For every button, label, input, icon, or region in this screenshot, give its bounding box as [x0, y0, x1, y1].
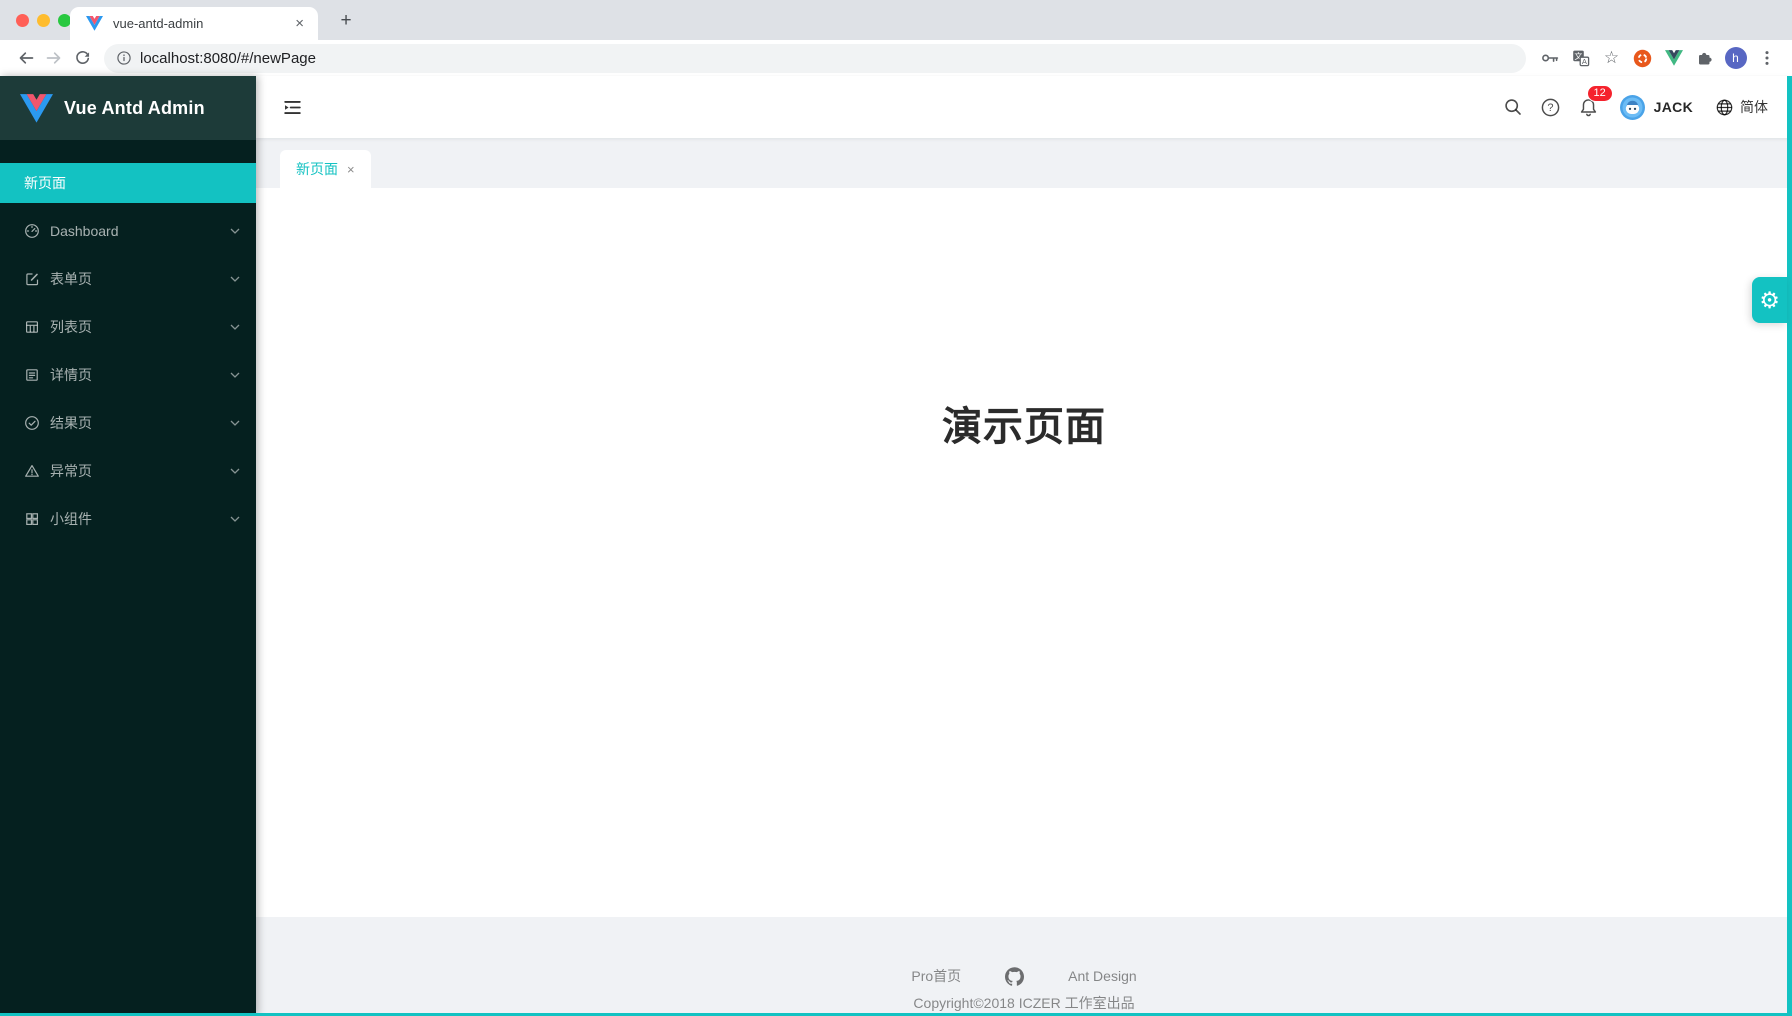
footer-link-ant-design[interactable]: Ant Design: [1068, 968, 1136, 984]
browser-tabstrip: vue-antd-admin × +: [0, 0, 1792, 40]
user-avatar: [1620, 95, 1645, 120]
sidebar-item-exceptions[interactable]: 异常页: [0, 451, 256, 491]
sidebar-menu: 新页面 Dashboard 表单页 列表页 详情页: [0, 140, 256, 539]
sidebar: Vue Antd Admin 新页面 Dashboard 表单页 列表页: [0, 76, 256, 1016]
page-title: 演示页面: [256, 188, 1792, 452]
chevron-down-icon: [230, 372, 240, 378]
menu-fold-icon[interactable]: [280, 95, 304, 119]
extensions-puzzle-icon[interactable]: [1691, 44, 1718, 72]
page-content: 演示页面: [256, 188, 1792, 917]
page-tab-close-icon[interactable]: ×: [347, 163, 355, 176]
page-tabs-bar: 新页面 ×: [256, 138, 1792, 188]
vue-devtools-icon[interactable]: [1660, 44, 1687, 72]
reload-button[interactable]: [68, 44, 96, 72]
settings-drawer-edge: [1787, 76, 1792, 1016]
app-header: ? 12 JACK 简体: [256, 76, 1792, 138]
github-icon[interactable]: [1005, 967, 1024, 986]
notifications-bell-icon[interactable]: 12: [1570, 88, 1608, 126]
form-icon: [24, 271, 40, 287]
site-info-icon[interactable]: [116, 50, 132, 66]
browser-profile-avatar[interactable]: h: [1722, 44, 1749, 72]
sidebar-item-label: 新页面: [24, 173, 240, 193]
close-window-button[interactable]: [16, 14, 29, 27]
warning-triangle-icon: [24, 463, 40, 479]
sidebar-item-results[interactable]: 结果页: [0, 403, 256, 443]
page-tab-label: 新页面: [296, 159, 338, 179]
app-title: Vue Antd Admin: [64, 98, 205, 119]
address-bar[interactable]: localhost:8080/#/newPage: [104, 44, 1526, 73]
help-icon[interactable]: ?: [1532, 88, 1570, 126]
svg-text:?: ?: [1548, 102, 1554, 114]
extension-orange-icon[interactable]: [1629, 44, 1656, 72]
gear-icon: ⚙: [1759, 287, 1780, 314]
app-logo[interactable]: Vue Antd Admin: [0, 76, 256, 140]
settings-gear-button[interactable]: ⚙: [1752, 277, 1787, 323]
bookmark-star-icon[interactable]: ☆: [1598, 44, 1625, 72]
vue-favicon-icon: [86, 16, 103, 31]
sidebar-item-label: 表单页: [50, 269, 230, 289]
table-icon: [24, 319, 40, 335]
browser-menu-icon[interactable]: [1753, 44, 1780, 72]
new-tab-button[interactable]: +: [334, 9, 358, 33]
chevron-down-icon: [230, 228, 240, 234]
footer-link-pro-home[interactable]: Pro首页: [911, 966, 961, 986]
chevron-down-icon: [230, 468, 240, 474]
sidebar-item-label: 异常页: [50, 461, 230, 481]
sidebar-item-label: 结果页: [50, 413, 230, 433]
footer: Pro首页 Ant Design Copyright©2018 ICZER 工作…: [256, 917, 1792, 1016]
tab-close-icon[interactable]: ×: [293, 14, 306, 33]
password-key-icon[interactable]: [1536, 44, 1563, 72]
globe-icon: [1715, 98, 1734, 117]
dashboard-icon: [24, 223, 40, 239]
sidebar-item-label: 详情页: [50, 365, 230, 385]
url-text: localhost:8080/#/newPage: [140, 50, 316, 67]
sidebar-item-label: Dashboard: [50, 223, 230, 239]
sidebar-item-lists[interactable]: 列表页: [0, 307, 256, 347]
copyright-text: Copyright©2018 ICZER 工作室出品: [913, 993, 1134, 1013]
notification-badge: 12: [1588, 86, 1612, 101]
minimize-window-button[interactable]: [37, 14, 50, 27]
check-circle-icon: [24, 415, 40, 431]
appstore-icon: [24, 511, 40, 527]
language-label: 简体: [1740, 97, 1768, 117]
translate-icon[interactable]: 文A: [1567, 44, 1594, 72]
chevron-down-icon: [230, 276, 240, 282]
page-tab-new-page[interactable]: 新页面 ×: [280, 150, 371, 188]
sidebar-item-widgets[interactable]: 小组件: [0, 499, 256, 539]
browser-tab-title: vue-antd-admin: [113, 16, 293, 31]
search-icon[interactable]: [1494, 88, 1532, 126]
sidebar-item-label: 列表页: [50, 317, 230, 337]
chevron-down-icon: [230, 324, 240, 330]
main-area: ? 12 JACK 简体 新页面 × 演示页面: [256, 76, 1792, 1016]
forward-button[interactable]: [40, 44, 68, 72]
sidebar-item-dashboard[interactable]: Dashboard: [0, 211, 256, 251]
sidebar-item-new-page[interactable]: 新页面: [0, 163, 256, 203]
vue-logo-icon: [20, 94, 53, 123]
back-button[interactable]: [12, 44, 40, 72]
user-menu[interactable]: JACK: [1620, 95, 1693, 120]
username-label: JACK: [1654, 99, 1693, 115]
browser-toolbar: localhost:8080/#/newPage 文A ☆ h: [0, 40, 1792, 76]
chevron-down-icon: [230, 516, 240, 522]
sidebar-item-forms[interactable]: 表单页: [0, 259, 256, 299]
profile-icon: [24, 367, 40, 383]
svg-text:A: A: [1581, 57, 1586, 66]
browser-tab[interactable]: vue-antd-admin ×: [70, 7, 318, 40]
language-selector[interactable]: 简体: [1715, 97, 1768, 117]
chevron-down-icon: [230, 420, 240, 426]
window-controls: [16, 14, 71, 27]
sidebar-item-label: 小组件: [50, 509, 230, 529]
sidebar-item-details[interactable]: 详情页: [0, 355, 256, 395]
